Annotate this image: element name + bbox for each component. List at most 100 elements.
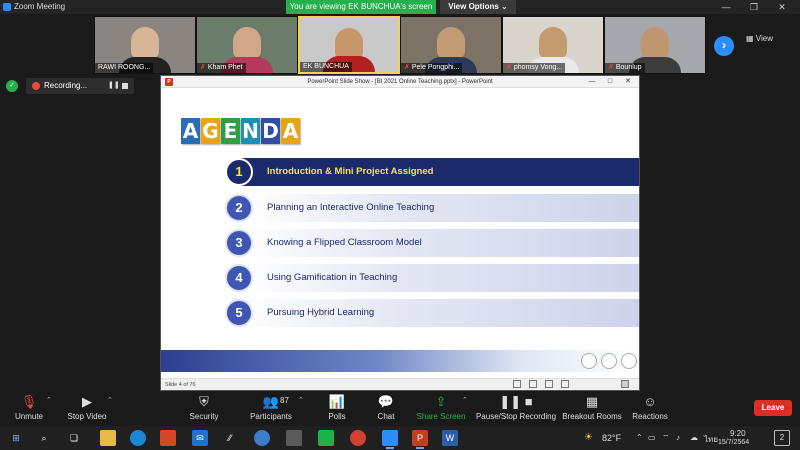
gallery-next-icon[interactable]: › bbox=[714, 36, 734, 56]
polls-button[interactable]: 📊 Polls bbox=[322, 394, 352, 424]
reactions-button[interactable]: ☺ Reactions bbox=[630, 394, 670, 424]
mail-icon[interactable]: ✉ bbox=[192, 430, 208, 446]
agenda-item: 5 Pursuing Hybrid Learning bbox=[225, 299, 639, 327]
participant-name: ✗ Kham Phet bbox=[197, 63, 246, 73]
audio-options-chevron-icon[interactable]: ⌃ bbox=[46, 396, 52, 404]
agenda-letter: N bbox=[241, 118, 260, 144]
agenda-item-number: 5 bbox=[225, 299, 253, 327]
task-view-icon[interactable]: ❏ bbox=[66, 430, 82, 446]
mic-off-icon: ✗ bbox=[200, 64, 206, 71]
close-icon[interactable]: ✕ bbox=[772, 1, 792, 13]
participant-name: ✗ phomsy Vong... bbox=[503, 63, 566, 73]
participant-tile[interactable]: RAWI ROONG... bbox=[94, 16, 196, 74]
app-icon[interactable]: ⁄⁄ bbox=[222, 430, 238, 446]
powerpoint-window: P PowerPoint Slide Show - [BI 2021 Onlin… bbox=[160, 75, 640, 391]
ppt-fit-icon[interactable] bbox=[561, 380, 569, 388]
agenda-item: 3 Knowing a Flipped Classroom Model bbox=[225, 229, 639, 257]
ppt-reading-view-icon[interactable] bbox=[529, 380, 537, 388]
ppt-normal-view-icon[interactable] bbox=[513, 380, 521, 388]
mic-muted-icon: 🎙 bbox=[20, 394, 38, 409]
share-options-chevron-icon[interactable]: ⌃ bbox=[462, 396, 468, 404]
breakout-rooms-button[interactable]: ▦ Breakout Rooms bbox=[562, 394, 622, 424]
volume-icon[interactable]: ♪ bbox=[676, 433, 680, 442]
participant-tile-active-speaker[interactable]: EK BUNCHUA bbox=[298, 16, 400, 74]
chat-bubble-icon: 💬 bbox=[377, 394, 395, 409]
window-title-bar: Zoom Meeting You are viewing EK BUNCHUA'… bbox=[0, 0, 800, 14]
view-options-button[interactable]: View Options ⌄ bbox=[440, 0, 516, 14]
meeting-toolbar: 🎙 Unmute ⌃ ▶ Stop Video ⌃ ⛨ Security 👥 P… bbox=[0, 392, 800, 426]
maximize-icon[interactable]: ❐ bbox=[744, 1, 764, 13]
participant-tile[interactable]: ✗ Bounlup bbox=[604, 16, 706, 74]
ppt-zoom-icon[interactable] bbox=[621, 380, 629, 388]
share-screen-icon: ⇪ bbox=[435, 394, 447, 409]
agenda-letter: G bbox=[201, 118, 220, 144]
ppt-slideshow-icon[interactable] bbox=[545, 380, 553, 388]
participant-tile[interactable]: ✗ phomsy Vong... bbox=[502, 16, 604, 74]
edge-browser-icon[interactable] bbox=[130, 430, 146, 446]
agenda-item-label: Knowing a Flipped Classroom Model bbox=[267, 237, 422, 248]
pause-stop-recording-button[interactable]: ❚❚ ■ Pause/Stop Recording bbox=[474, 394, 558, 424]
participants-options-chevron-icon[interactable]: ⌃ bbox=[298, 396, 304, 404]
cloud-icon[interactable]: ☁ bbox=[690, 433, 698, 442]
agenda-item-label: Using Gamification in Teaching bbox=[267, 272, 398, 283]
video-options-chevron-icon[interactable]: ⌃ bbox=[107, 396, 113, 404]
windows-start-icon[interactable]: ⊞ bbox=[8, 430, 24, 446]
temperature[interactable]: 82°F bbox=[602, 433, 621, 443]
stop-recording-icon[interactable] bbox=[122, 83, 128, 89]
agenda-item-label: Introduction & Mini Project Assigned bbox=[267, 166, 434, 177]
security-button[interactable]: ⛨ Security bbox=[186, 394, 222, 424]
agenda-letter: A bbox=[281, 118, 300, 144]
participant-tile[interactable]: ✗ Pele Pongphi... bbox=[400, 16, 502, 74]
leave-button[interactable]: Leave bbox=[754, 400, 792, 416]
participant-name: RAWI ROONG... bbox=[95, 63, 154, 73]
agenda-item-number: 4 bbox=[225, 264, 253, 292]
participant-name: ✗ Pele Pongphi... bbox=[401, 63, 463, 73]
agenda-letter: E bbox=[221, 118, 240, 144]
store-icon[interactable] bbox=[286, 430, 302, 446]
agenda-item: 1 Introduction & Mini Project Assigned bbox=[225, 158, 639, 186]
ppt-minimize-icon[interactable]: — bbox=[585, 76, 599, 88]
ppt-maximize-icon[interactable]: □ bbox=[603, 76, 617, 88]
word-taskbar-icon[interactable]: W bbox=[442, 430, 458, 446]
mic-off-icon: ✗ bbox=[608, 64, 614, 71]
powerpoint-logo-icon: P bbox=[165, 78, 173, 86]
system-tray: ☀ 82°F ⌃ ▭ ⌔ ♪ ☁ ไทย 9:20 15/7/2564 2 bbox=[580, 426, 800, 450]
agenda-item: 4 Using Gamification in Teaching bbox=[225, 264, 639, 292]
clock-date[interactable]: 15/7/2564 bbox=[718, 439, 749, 446]
agenda-letter: A bbox=[181, 118, 200, 144]
stop-video-button[interactable]: ▶ Stop Video bbox=[64, 394, 110, 424]
agenda-item-number: 1 bbox=[225, 158, 253, 186]
line-app-icon[interactable] bbox=[318, 430, 334, 446]
unmute-button[interactable]: 🎙 Unmute bbox=[8, 394, 50, 424]
mic-off-icon: ✗ bbox=[404, 64, 410, 71]
chrome-icon[interactable] bbox=[350, 430, 366, 446]
tray-chevron-icon[interactable]: ⌃ bbox=[636, 433, 643, 442]
zoom-taskbar-icon[interactable] bbox=[382, 430, 398, 449]
clock-time[interactable]: 9:20 bbox=[730, 429, 746, 438]
recording-indicator: Recording... ❚❚ bbox=[26, 78, 134, 94]
file-explorer-icon[interactable] bbox=[100, 430, 116, 446]
ppt-close-icon[interactable]: ✕ bbox=[621, 76, 635, 88]
aecm-logo-icon bbox=[621, 353, 637, 369]
share-screen-button[interactable]: ⇪ Share Screen bbox=[416, 394, 466, 424]
agenda-item-label: Pursuing Hybrid Learning bbox=[267, 307, 375, 318]
office-icon[interactable] bbox=[160, 430, 176, 446]
wifi-icon[interactable]: ⌔ bbox=[662, 433, 670, 443]
battery-icon[interactable]: ▭ bbox=[648, 433, 656, 442]
powerpoint-taskbar-icon[interactable]: P bbox=[412, 430, 428, 449]
powerpoint-title: PowerPoint Slide Show - [BI 2021 Online … bbox=[307, 79, 493, 85]
notification-icon[interactable]: 2 bbox=[774, 430, 790, 446]
video-camera-icon: ▶ bbox=[82, 394, 92, 409]
search-icon[interactable]: ⌕ bbox=[36, 430, 52, 446]
participant-tile[interactable]: ✗ Kham Phet bbox=[196, 16, 298, 74]
zoom-logo-icon bbox=[3, 3, 11, 11]
weather-icon: ☀ bbox=[584, 432, 593, 443]
gallery-view-button[interactable]: ▦ View bbox=[746, 34, 792, 46]
university-logo-icon bbox=[581, 353, 597, 369]
input-language[interactable]: ไทย bbox=[704, 433, 718, 446]
minimize-icon[interactable]: — bbox=[716, 1, 736, 13]
globe-icon[interactable] bbox=[254, 430, 270, 446]
chat-button[interactable]: 💬 Chat bbox=[372, 394, 400, 424]
encryption-shield-icon[interactable]: ✓ bbox=[6, 80, 18, 92]
pause-recording-icon[interactable]: ❚❚ bbox=[108, 78, 120, 94]
